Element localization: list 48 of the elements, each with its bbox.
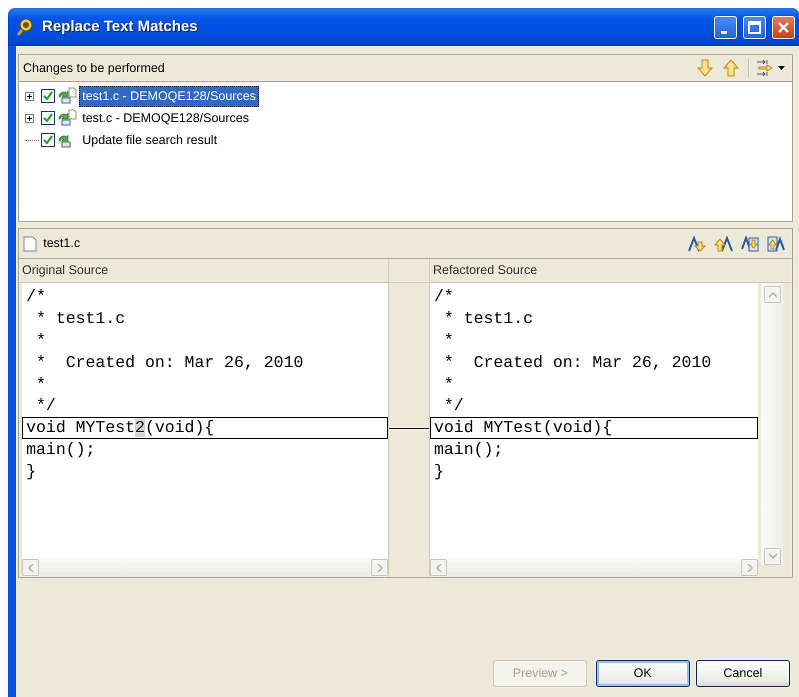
maximize-icon [748,20,761,34]
code-line: * Created on: Mar 26, 2010 [442,352,712,374]
code-line: /* [25,286,47,308]
minimize-icon [720,30,726,34]
connector-line [389,428,429,429]
code-editor[interactable]: /* * test1.c * * Created on: Mar 26, 2010 * */ void MYTest(void){ main(); } [430,283,758,558]
dialog-button[interactable]: OK [596,660,690,687]
tree-item[interactable]: test1.c - DEMOQE128/Sources [79,86,259,106]
code-line: main(); [25,438,96,461]
checkbox[interactable] [41,111,56,126]
filter-arrow-icon[interactable] [754,58,775,78]
code-editor[interactable]: /* * test1.c * * Created on: Mar 26, 2010 * */ void MYTest2(void){ main(); } [22,283,388,558]
window-title: Replace Text Matches [42,16,199,37]
next-change-icon[interactable] [687,234,708,254]
code-line: * test1.c [442,308,534,330]
previous-change-icon[interactable] [714,234,734,254]
section-title: Changes to be performed [23,60,166,77]
file-name: test1.c [43,235,82,252]
close-icon [777,20,790,34]
code-line: * [442,330,455,352]
code-line: main(); [433,438,504,461]
code-line: } [25,460,38,483]
dropdown-caret-icon[interactable] [778,64,786,72]
code-line: /* [433,286,455,308]
horizontal-scrollbar[interactable] [430,558,758,578]
next-difference-icon[interactable] [740,234,760,254]
checkbox[interactable] [41,133,56,148]
previous-difference-icon[interactable] [766,234,786,254]
code-line: } [433,460,445,483]
horizontal-scrollbar[interactable] [22,558,388,578]
vertical-scrollbar[interactable] [761,283,784,565]
c-file-icon [23,236,37,252]
file-change-icon [57,86,78,106]
checkbox[interactable] [41,89,56,104]
dialog-button[interactable]: Cancel [696,660,790,687]
tree-item[interactable]: Update file search result [79,130,220,150]
code-line: * [35,330,47,352]
code-line: * [35,374,47,396]
tree-item[interactable]: test.c - DEMOQE128/Sources [79,108,252,128]
maximize-button[interactable] [743,16,766,38]
code-line: * [442,374,455,396]
code-line: * test1.c [35,308,126,330]
code-line: * Created on: Mar 26, 2010 [35,352,304,374]
file-change-icon [57,108,78,128]
code-line: */ [35,395,57,418]
minimize-button[interactable] [714,16,737,38]
close-button[interactable] [772,16,795,38]
code-line: */ [442,395,465,418]
